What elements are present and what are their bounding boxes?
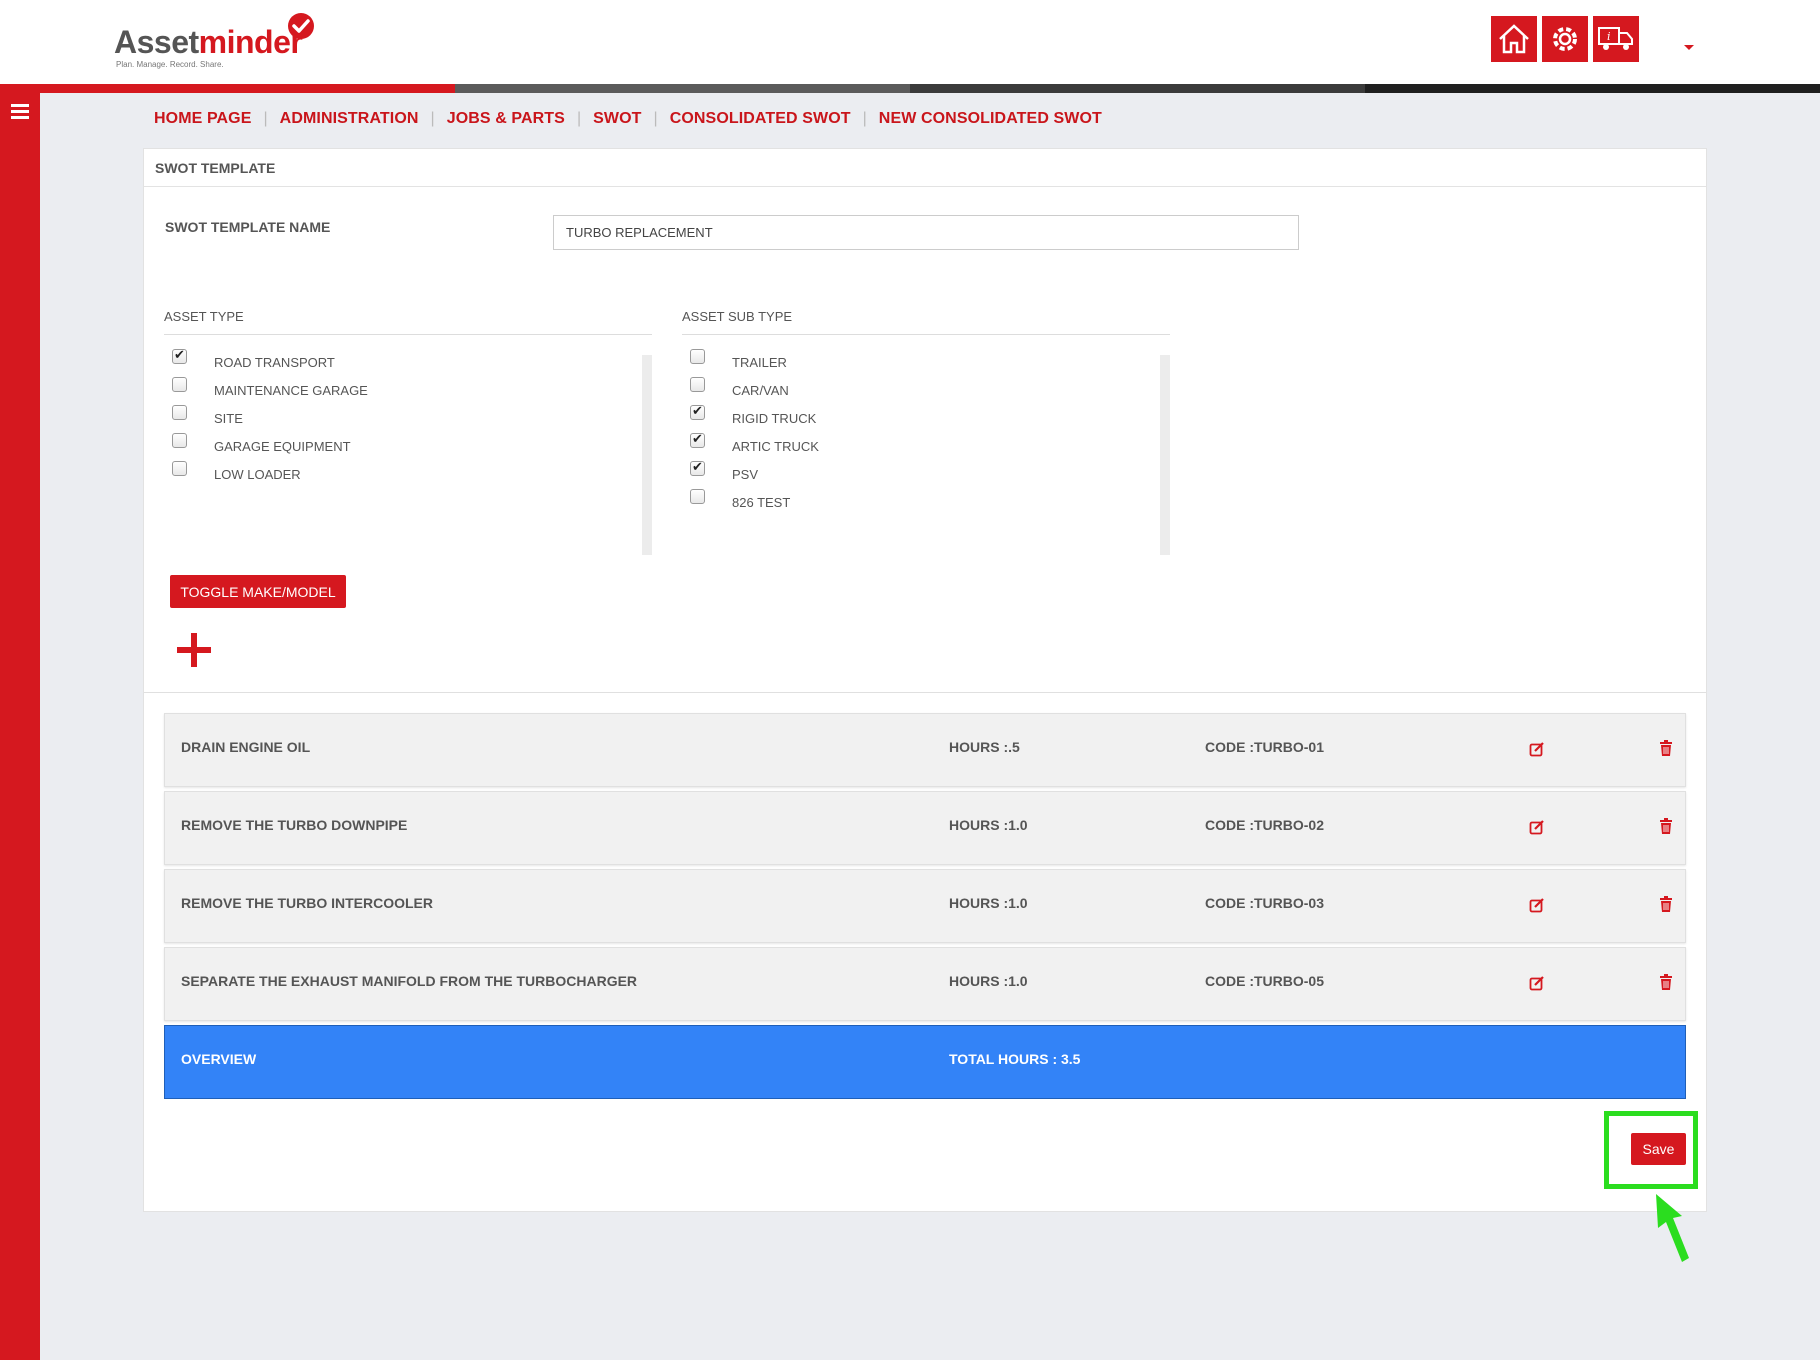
- asset-sub-type-heading: ASSET SUB TYPE: [682, 309, 1170, 335]
- breadcrumb-swot[interactable]: SWOT: [593, 110, 641, 128]
- logo-wordmark: Assetminder: [114, 24, 303, 60]
- trash-icon[interactable]: [1659, 974, 1673, 990]
- header-color-bar: [0, 84, 1820, 93]
- svg-text:i: i: [1607, 30, 1611, 43]
- option-label: GARAGE EQUIPMENT: [214, 439, 351, 454]
- edit-icon[interactable]: [1529, 897, 1545, 913]
- swot-template-panel: SWOT TEMPLATE SWOT TEMPLATE NAME ASSET T…: [143, 148, 1707, 1212]
- breadcrumb-separator: |: [862, 110, 867, 127]
- task-name: REMOVE THE TURBO INTERCOOLER: [181, 895, 434, 911]
- trash-icon[interactable]: [1659, 740, 1673, 756]
- app-header: Assetminder Plan. Manage. Record. Share.…: [0, 0, 1820, 84]
- asset-sub-type-option[interactable]: ARTIC TRUCK: [682, 431, 1160, 467]
- breadcrumb-administration[interactable]: ADMINISTRATION: [280, 110, 419, 128]
- option-label: 826 TEST: [732, 495, 791, 510]
- header-icon-group: i: [1491, 16, 1639, 62]
- asset-sub-type-option[interactable]: RIGID TRUCK: [682, 403, 1160, 439]
- gear-icon[interactable]: [1542, 16, 1588, 62]
- asset-type-option[interactable]: MAINTENANCE GARAGE: [164, 377, 642, 411]
- task-row: SEPARATE THE EXHAUST MANIFOLD FROM THE T…: [164, 947, 1686, 1021]
- check-badge-icon: [288, 13, 314, 39]
- task-hours: HOURS :1.0: [949, 817, 1028, 833]
- hamburger-menu-icon[interactable]: [11, 104, 29, 120]
- option-label: ROAD TRANSPORT: [214, 355, 335, 370]
- option-label: RIGID TRUCK: [732, 411, 817, 426]
- checkbox[interactable]: [690, 459, 705, 476]
- option-label: ARTIC TRUCK: [732, 439, 819, 454]
- asset-type-option[interactable]: LOW LOADER: [164, 461, 642, 495]
- edit-icon[interactable]: [1529, 741, 1545, 757]
- asset-type-heading: ASSET TYPE: [164, 309, 652, 335]
- user-menu-caret[interactable]: [1684, 45, 1694, 50]
- asset-sub-type-option[interactable]: PSV: [682, 459, 1160, 495]
- asset-sub-type-list[interactable]: TRAILER CAR/VAN RIGID TRUCK ARTIC TRUCK …: [682, 349, 1170, 555]
- option-label: TRAILER: [732, 355, 787, 370]
- checkbox[interactable]: [690, 403, 705, 420]
- task-row: DRAIN ENGINE OIL HOURS :.5 CODE :TURBO-0…: [164, 713, 1686, 787]
- breadcrumb-separator: |: [653, 110, 658, 127]
- task-code: CODE :TURBO-05: [1205, 973, 1325, 989]
- home-icon[interactable]: [1491, 16, 1537, 62]
- truck-info-icon[interactable]: i: [1593, 16, 1639, 62]
- asset-type-option[interactable]: GARAGE EQUIPMENT: [164, 433, 642, 467]
- overview-row: OVERVIEW TOTAL HOURS : 3.5: [164, 1025, 1686, 1099]
- task-row: REMOVE THE TURBO INTERCOOLER HOURS :1.0 …: [164, 869, 1686, 943]
- checkbox[interactable]: [690, 377, 705, 392]
- breadcrumb-jobs-parts[interactable]: JOBS & PARTS: [447, 110, 565, 128]
- checkbox[interactable]: [172, 405, 187, 420]
- edit-icon[interactable]: [1529, 975, 1545, 991]
- asset-type-list[interactable]: ROAD TRANSPORT MAINTENANCE GARAGE SITE G…: [164, 347, 652, 555]
- template-name-label: SWOT TEMPLATE NAME: [165, 219, 331, 235]
- breadcrumb-consolidated-swot[interactable]: CONSOLIDATED SWOT: [670, 110, 851, 128]
- asset-type-option[interactable]: SITE: [164, 405, 642, 439]
- asset-sub-type-option[interactable]: 826 TEST: [682, 489, 1160, 523]
- add-task-plus-icon[interactable]: [177, 633, 211, 667]
- breadcrumb: HOME PAGE | ADMINISTRATION | JOBS & PART…: [154, 110, 1102, 128]
- checkbox[interactable]: [690, 349, 705, 364]
- assetminder-logo[interactable]: Assetminder Plan. Manage. Record. Share.: [114, 13, 324, 69]
- overview-label: OVERVIEW: [181, 1051, 257, 1067]
- option-label: LOW LOADER: [214, 467, 301, 482]
- trash-icon[interactable]: [1659, 818, 1673, 834]
- checkbox[interactable]: [690, 431, 705, 448]
- asset-sub-type-option[interactable]: TRAILER: [682, 349, 1160, 383]
- option-label: MAINTENANCE GARAGE: [214, 383, 368, 398]
- asset-sub-type-option[interactable]: CAR/VAN: [682, 377, 1160, 411]
- checkbox[interactable]: [172, 461, 187, 476]
- task-name: SEPARATE THE EXHAUST MANIFOLD FROM THE T…: [181, 973, 638, 989]
- logo-tagline: Plan. Manage. Record. Share.: [116, 60, 224, 69]
- edit-icon[interactable]: [1529, 819, 1545, 835]
- sidebar: [0, 93, 40, 1360]
- task-code: CODE :TURBO-03: [1205, 895, 1325, 911]
- option-label: SITE: [214, 411, 243, 426]
- section-divider: [144, 692, 1706, 693]
- template-name-input[interactable]: [553, 215, 1299, 250]
- trash-icon[interactable]: [1659, 896, 1673, 912]
- breadcrumb-separator: |: [576, 110, 582, 127]
- breadcrumb-separator: |: [263, 110, 268, 127]
- breadcrumb-home-page[interactable]: HOME PAGE: [154, 110, 252, 128]
- checkbox[interactable]: [172, 347, 187, 364]
- checkbox[interactable]: [690, 489, 705, 504]
- task-name: DRAIN ENGINE OIL: [181, 739, 311, 755]
- checkbox[interactable]: [172, 377, 187, 392]
- save-button[interactable]: Save: [1631, 1133, 1686, 1165]
- task-name: REMOVE THE TURBO DOWNPIPE: [181, 817, 408, 833]
- task-hours: HOURS :1.0: [949, 895, 1028, 911]
- total-hours: TOTAL HOURS : 3.5: [949, 1051, 1081, 1067]
- option-label: CAR/VAN: [732, 383, 789, 398]
- breadcrumb-new-consolidated-swot[interactable]: NEW CONSOLIDATED SWOT: [879, 110, 1102, 128]
- task-code: CODE :TURBO-02: [1205, 817, 1325, 833]
- task-hours: HOURS :1.0: [949, 973, 1028, 989]
- task-hours: HOURS :.5: [949, 739, 1020, 755]
- checkbox[interactable]: [172, 433, 187, 448]
- task-row: REMOVE THE TURBO DOWNPIPE HOURS :1.0 COD…: [164, 791, 1686, 865]
- panel-title: SWOT TEMPLATE: [144, 149, 1706, 187]
- task-code: CODE :TURBO-01: [1205, 739, 1325, 755]
- breadcrumb-separator: |: [430, 110, 435, 127]
- toggle-make-model-button[interactable]: TOGGLE MAKE/MODEL: [170, 575, 346, 608]
- option-label: PSV: [732, 467, 759, 482]
- asset-type-option[interactable]: ROAD TRANSPORT: [164, 347, 642, 383]
